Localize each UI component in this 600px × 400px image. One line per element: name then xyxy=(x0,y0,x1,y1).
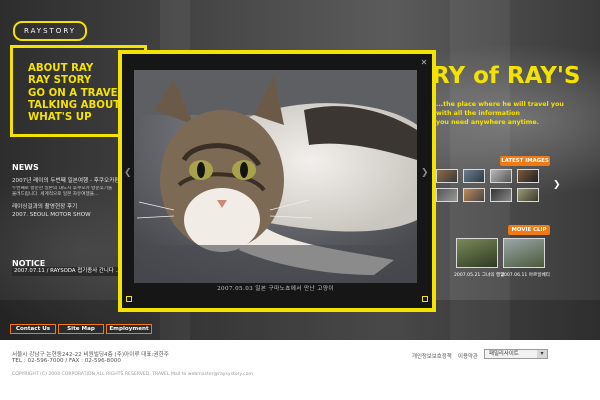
close-icon[interactable]: ✕ xyxy=(420,59,428,67)
news-item[interactable]: 레이싱걸과의 촬영현장 후기 xyxy=(12,202,122,210)
chevron-right-icon[interactable]: ❯ xyxy=(553,180,561,190)
news-summary: 두번째로 방문한 일본의 대도시 후쿠오카 방문후기를 올려드립니다. 세계적으… xyxy=(12,186,122,198)
menu-talking-about[interactable]: TALKING ABOUT xyxy=(28,100,124,112)
news-list: 2007년 레이의 두번째 일본여행 - 후쿠오카편 두번째로 방문한 일본의 … xyxy=(12,176,122,220)
latest-image-thumb[interactable] xyxy=(517,188,539,202)
hero-description: ...the place where he will travel you wi… xyxy=(436,100,564,127)
hero-desc-line: you need anywhere anytime. xyxy=(436,119,540,126)
latest-image-thumb[interactable] xyxy=(517,169,539,183)
terms-link[interactable]: 이용약관 xyxy=(458,352,478,360)
hero-title: RY of RAY'S xyxy=(432,63,581,89)
bottom-nav: Contact Us Site Map Employment xyxy=(10,324,152,335)
news-heading: NEWS xyxy=(12,163,39,172)
family-site-value: 패밀리사이트 xyxy=(489,351,519,357)
news-item[interactable]: 2007. SEOUL MOTOR SHOW xyxy=(12,212,122,218)
movie-clip-thumb[interactable] xyxy=(456,238,498,268)
site-map-button[interactable]: Site Map xyxy=(58,324,104,334)
latest-image-thumb[interactable] xyxy=(436,188,458,202)
chevron-down-icon[interactable]: ▾ xyxy=(537,350,547,358)
latest-image-thumb[interactable] xyxy=(436,169,458,183)
movie-clip-label: MOVIE CLIP xyxy=(508,225,550,235)
latest-image-thumb[interactable] xyxy=(463,188,485,202)
album-icon[interactable] xyxy=(126,296,132,302)
menu-ray-story[interactable]: RAY STORY xyxy=(28,75,124,87)
contact-us-button[interactable]: Contact Us xyxy=(10,324,56,334)
privacy-policy-link[interactable]: 개인정보보호정책 xyxy=(412,352,452,360)
employment-button[interactable]: Employment xyxy=(106,324,152,334)
menu-about-ray[interactable]: ABOUT RAY xyxy=(28,63,124,75)
footer-copyright: COPYRIGHT (C) 2004 CORPORATION ALL RIGHT… xyxy=(12,372,253,377)
footer-phone: TEL : 02-596-7000 / FAX : 02-596-8000 xyxy=(12,358,121,364)
hero-desc-line: ...the place where he will travel you xyxy=(436,101,564,108)
hero-desc-line: with all the information xyxy=(436,110,520,117)
main-menu: ABOUT RAY RAY STORY GO ON A TRAVEL TALKI… xyxy=(28,63,124,124)
chevron-right-icon[interactable]: ❯ xyxy=(421,168,429,178)
notice-ticker[interactable]: 2007.07.11 / RAYSODA 접기종사 간니다 .. xyxy=(12,267,122,276)
latest-images-label: LATEST IMAGES xyxy=(500,156,550,166)
latest-image-thumb[interactable] xyxy=(463,169,485,183)
cat-photo-drawing xyxy=(134,70,417,283)
menu-go-on-a-travel[interactable]: GO ON A TRAVEL xyxy=(28,88,124,100)
site-logo[interactable]: RAYSTORY xyxy=(13,21,87,41)
movie-clip-caption: 2007.05.21 그녀의 행일 xyxy=(454,273,505,278)
news-summary-line: 올려드립니다. 세계적으로 일본 자유여행을... xyxy=(12,192,99,197)
chevron-left-icon[interactable]: ❮ xyxy=(124,168,132,178)
zoom-icon[interactable] xyxy=(422,296,428,302)
photo-caption: 2007.05.03 일본 구마노쵸에서 만난 고양이 xyxy=(217,286,334,292)
movie-clip-thumb[interactable] xyxy=(503,238,545,268)
family-site-select[interactable]: 패밀리사이트 ▾ xyxy=(484,349,548,359)
footer-address: 서울시 강남구 논현동242-22 비원빌딩4층 (주)아이루 대표:권한주 xyxy=(12,352,169,358)
news-item[interactable]: 2007년 레이의 두번째 일본여행 - 후쿠오카편 xyxy=(12,176,122,184)
menu-whats-up[interactable]: WHAT'S UP xyxy=(28,112,124,124)
latest-image-thumb[interactable] xyxy=(490,169,512,183)
movie-clip-caption: 2007.06.11 아르일베티 xyxy=(501,273,550,278)
cat-photo xyxy=(134,70,417,283)
latest-image-thumb[interactable] xyxy=(490,188,512,202)
